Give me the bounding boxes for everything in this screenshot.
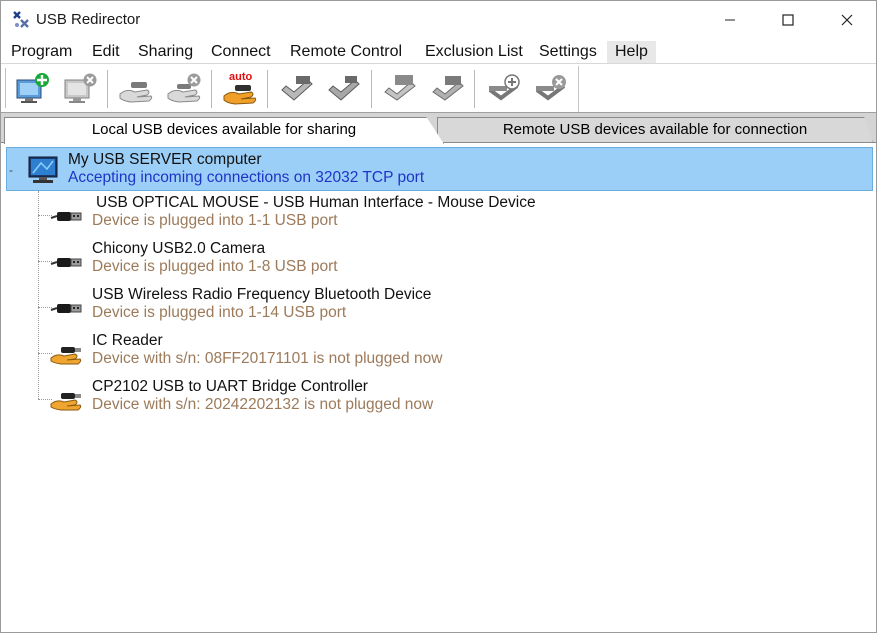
- connect-device-icon[interactable]: [278, 70, 316, 106]
- close-button[interactable]: [818, 1, 876, 39]
- device-row[interactable]: IC Reader Device with s/n: 08FF20171101 …: [1, 331, 876, 377]
- device-row[interactable]: USB OPTICAL MOUSE - USB Human Interface …: [1, 193, 876, 239]
- tab-local-devices[interactable]: Local USB devices available for sharing: [4, 117, 444, 144]
- menu-sharing[interactable]: Sharing: [136, 41, 195, 63]
- shared-hand-icon: [50, 347, 82, 365]
- menu-program[interactable]: Program: [9, 41, 74, 63]
- title-bar[interactable]: USB Redirector: [1, 1, 876, 39]
- auto-share-icon[interactable]: auto: [221, 70, 259, 106]
- device-name: USB Wireless Radio Frequency Bluetooth D…: [92, 286, 432, 303]
- close-icon: [841, 14, 853, 26]
- disconnect-remote-icon[interactable]: [429, 70, 467, 106]
- maximize-icon: [782, 14, 794, 26]
- share-device-icon[interactable]: [117, 70, 155, 106]
- server-status: Accepting incoming connections on 32032 …: [68, 169, 425, 186]
- tab-remote-devices[interactable]: Remote USB devices available for connect…: [437, 117, 873, 143]
- connect-remote-icon[interactable]: [381, 70, 419, 106]
- minimize-button[interactable]: [701, 1, 759, 39]
- auto-label: auto: [229, 71, 253, 83]
- app-logo-icon: [13, 11, 29, 28]
- device-name: Chicony USB2.0 Camera: [92, 240, 266, 257]
- menu-settings[interactable]: Settings: [537, 41, 599, 63]
- menu-help[interactable]: Help: [607, 41, 656, 63]
- remove-exclusion-icon[interactable]: [532, 70, 570, 106]
- server-name: My USB SERVER computer: [68, 151, 262, 168]
- toolbar-edge: [578, 66, 579, 112]
- device-status: Device with s/n: 20242202132 is not plug…: [92, 396, 434, 413]
- usb-plug-icon: [50, 258, 82, 267]
- toolbar-separator: [267, 70, 269, 108]
- device-status: Device is plugged into 1-8 USB port: [92, 258, 338, 275]
- unshare-device-icon[interactable]: [165, 70, 203, 106]
- device-status: Device with s/n: 08FF20171101 is not plu…: [92, 350, 443, 367]
- device-name: USB OPTICAL MOUSE - USB Human Interface …: [96, 194, 536, 211]
- device-tree[interactable]: - My USB SERVER computer Accepting incom…: [1, 142, 876, 632]
- device-name: IC Reader: [92, 332, 163, 349]
- toolbar-separator: [371, 70, 373, 108]
- usb-plug-icon: [50, 304, 82, 313]
- collapse-toggle[interactable]: -: [9, 164, 13, 176]
- minimize-icon: [725, 19, 735, 21]
- menu-connect[interactable]: Connect: [209, 41, 273, 63]
- disconnect-device-icon[interactable]: [325, 70, 363, 106]
- tab-strip: Remote USB devices available for connect…: [1, 112, 876, 144]
- add-server-icon[interactable]: [13, 70, 51, 106]
- device-name: CP2102 USB to UART Bridge Controller: [92, 378, 368, 395]
- server-node[interactable]: - My USB SERVER computer Accepting incom…: [6, 147, 873, 191]
- menu-edit[interactable]: Edit: [90, 41, 122, 63]
- maximize-button[interactable]: [759, 1, 817, 39]
- menu-exclusion-list[interactable]: Exclusion List: [423, 41, 525, 63]
- remove-server-icon[interactable]: [61, 70, 99, 106]
- menu-remote-control[interactable]: Remote Control: [288, 41, 404, 63]
- menu-bar: Program Edit Sharing Connect Remote Cont…: [1, 39, 876, 64]
- server-computer-icon: [28, 156, 58, 183]
- add-exclusion-icon[interactable]: [485, 70, 523, 106]
- device-status: Device is plugged into 1-1 USB port: [92, 212, 338, 229]
- toolbar-separator: [211, 70, 213, 108]
- device-status: Device is plugged into 1-14 USB port: [92, 304, 347, 321]
- device-row[interactable]: CP2102 USB to UART Bridge Controller Dev…: [1, 377, 876, 423]
- toolbar-separator: [107, 70, 109, 108]
- device-row[interactable]: Chicony USB2.0 Camera Device is plugged …: [1, 239, 876, 285]
- app-window: USB Redirector Program Edit Sharing Conn…: [0, 0, 877, 633]
- toolbar: auto: [1, 64, 876, 112]
- shared-hand-icon: [50, 393, 82, 411]
- usb-plug-icon: [50, 212, 82, 221]
- device-row[interactable]: USB Wireless Radio Frequency Bluetooth D…: [1, 285, 876, 331]
- toolbar-separator: [474, 70, 476, 108]
- toolbar-grip[interactable]: [5, 68, 8, 108]
- window-title: USB Redirector: [36, 11, 141, 28]
